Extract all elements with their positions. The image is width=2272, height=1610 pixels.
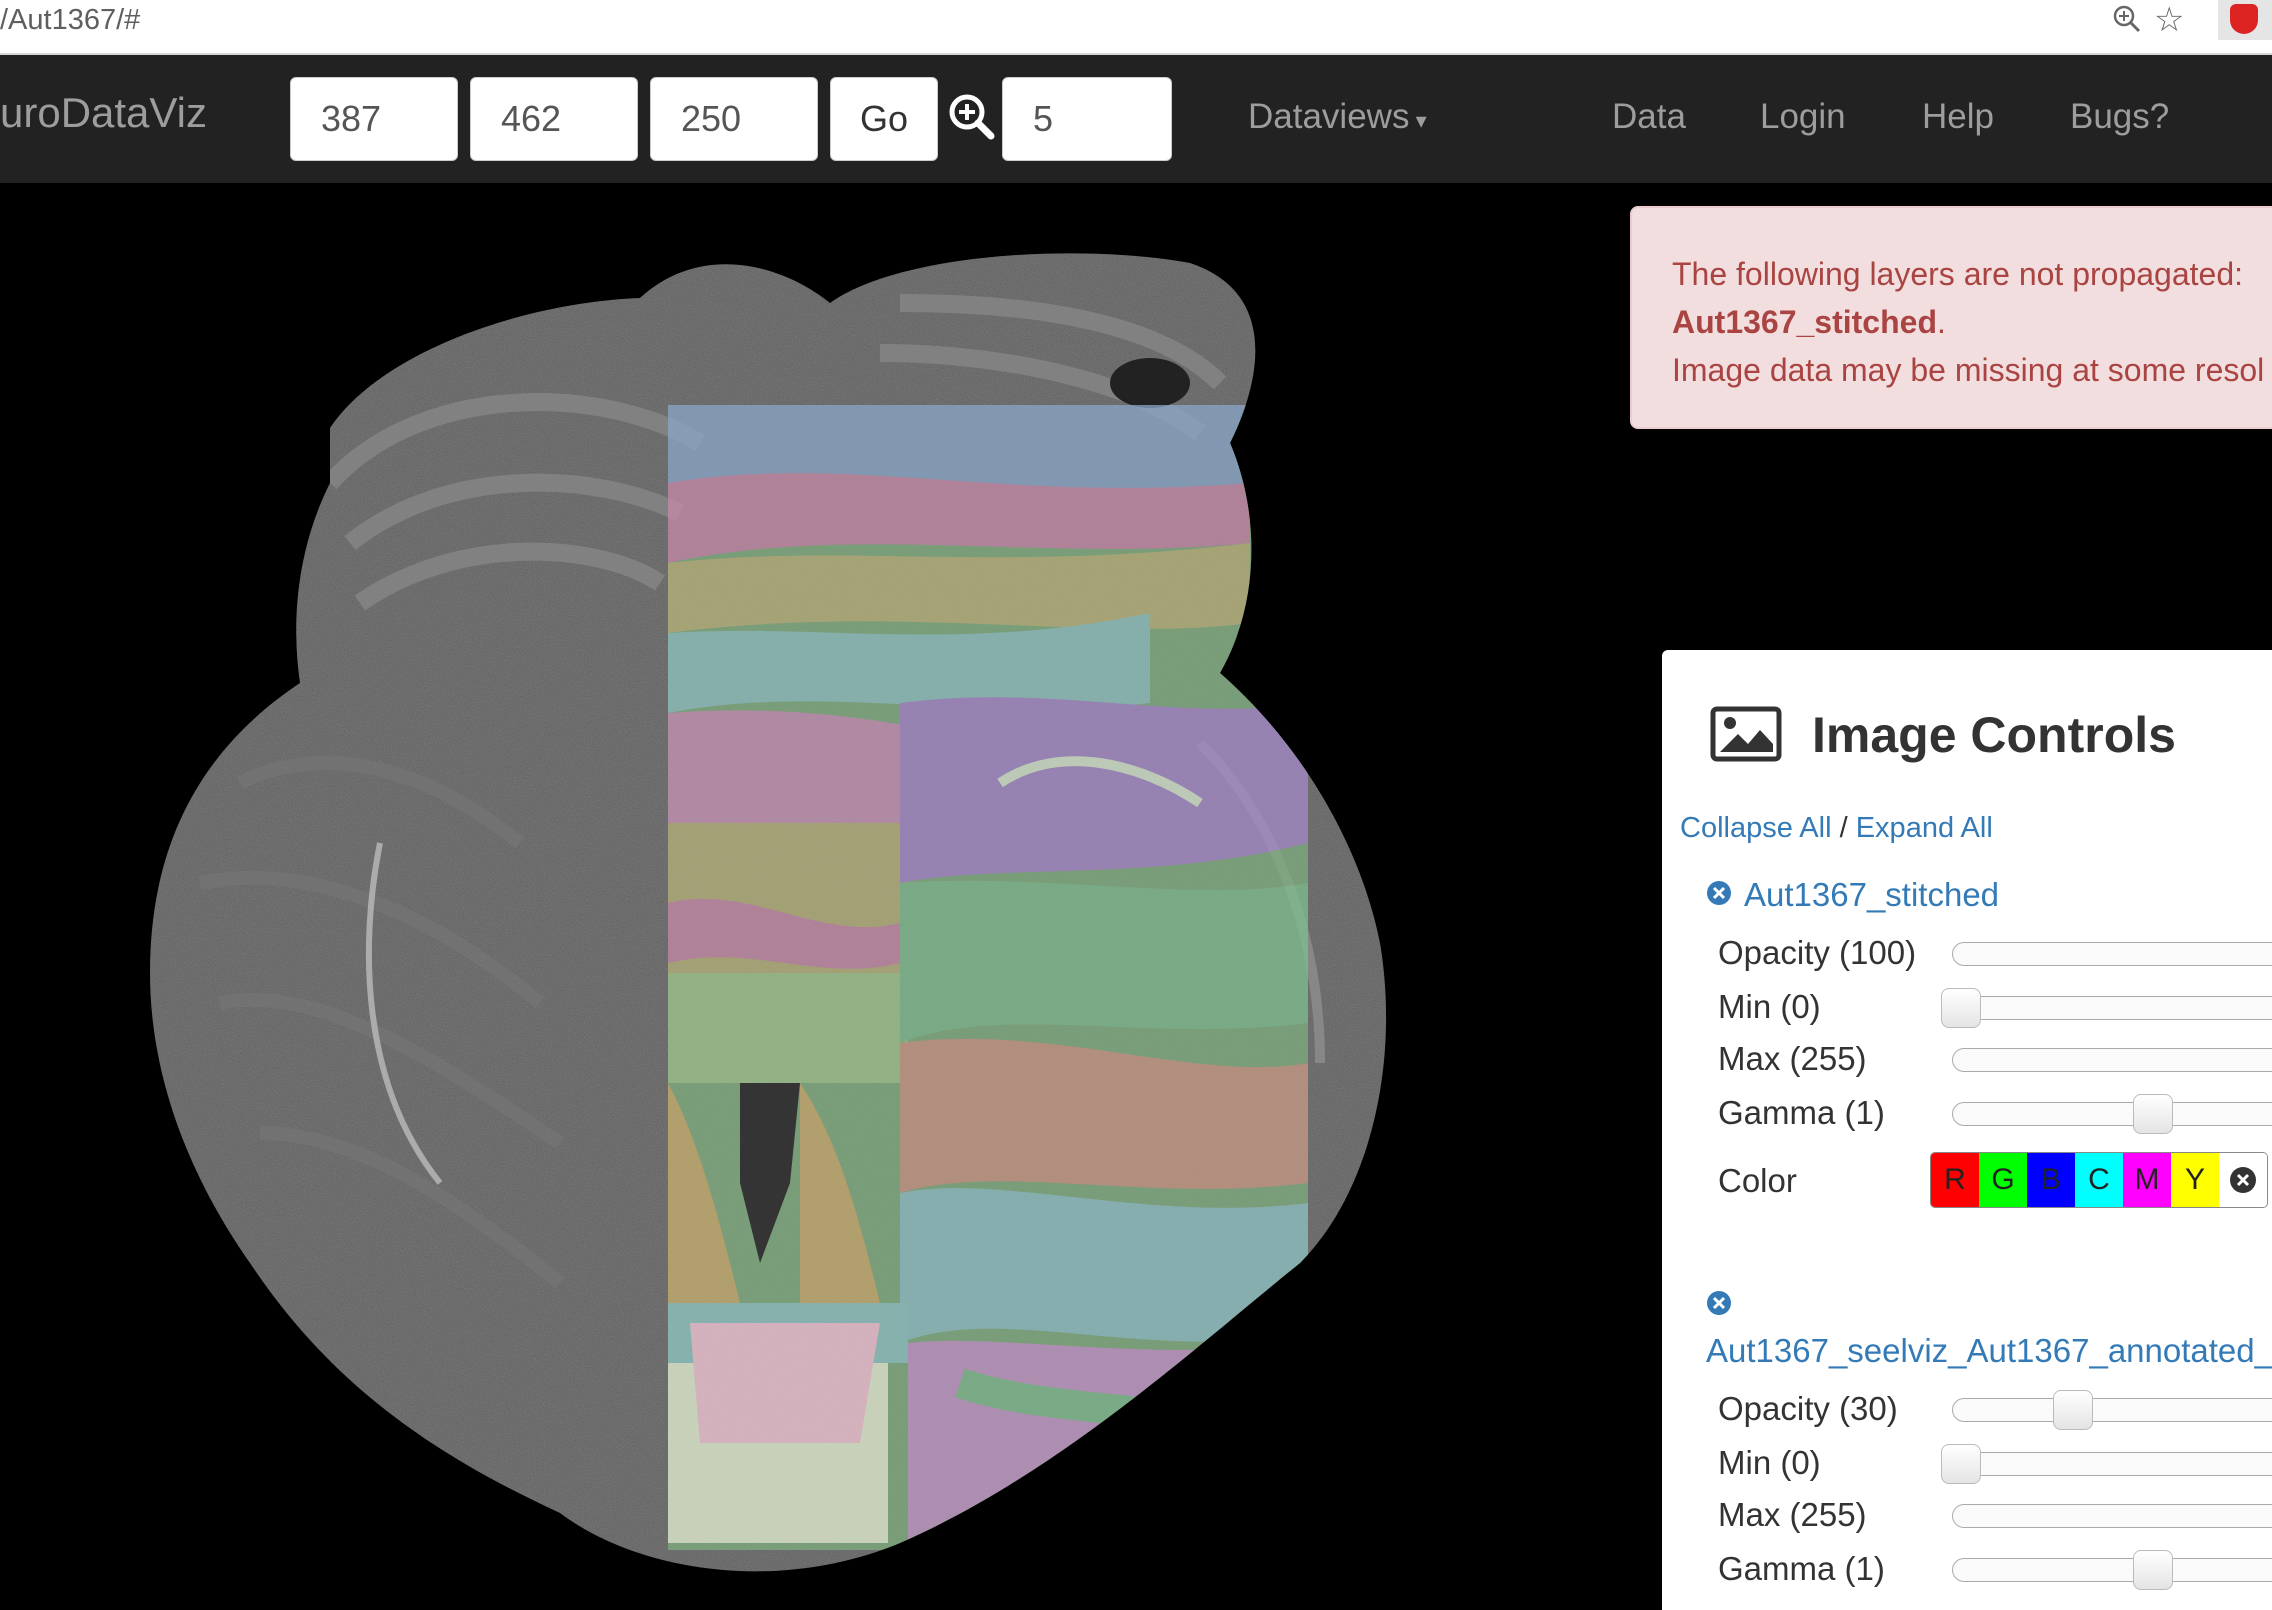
color-button-g[interactable]: G xyxy=(1979,1153,2027,1207)
nav-link-bugs[interactable]: Bugs? xyxy=(2070,97,2169,137)
min-label: Min (0) xyxy=(1718,1444,1821,1481)
propagation-alert: The following layers are not propagated:… xyxy=(1630,206,2272,429)
slider-handle[interactable] xyxy=(1941,1444,1981,1484)
gamma-label: Gamma (1) xyxy=(1718,1550,1885,1587)
alert-line-1: The following layers are not propagated: xyxy=(1672,256,2244,292)
nav-link-login[interactable]: Login xyxy=(1760,97,1846,137)
nav-link-data[interactable]: Data xyxy=(1612,97,1686,137)
alert-layer-name: Aut1367_stitched xyxy=(1672,304,1937,340)
go-button[interactable]: Go xyxy=(830,77,938,161)
gamma-slider[interactable] xyxy=(1952,1094,2272,1134)
slider-handle[interactable] xyxy=(2053,1390,2093,1430)
image-icon xyxy=(1710,706,1782,767)
expand-all-link[interactable]: Expand All xyxy=(1856,812,1993,844)
max-label: Max (255) xyxy=(1718,1496,1867,1533)
opacity-label: Opacity (100) xyxy=(1718,934,1917,971)
url-text[interactable]: /Aut1367/# xyxy=(0,4,140,37)
clear-color-icon[interactable] xyxy=(2219,1153,2267,1207)
zoom-level-input[interactable]: 5 xyxy=(1002,77,1172,161)
layer-name-annotated[interactable]: Aut1367_seelviz_Aut1367_annotated_L xyxy=(1706,1332,2272,1370)
slider-handle[interactable] xyxy=(2133,1094,2173,1134)
opacity-label: Opacity (30) xyxy=(1718,1390,1898,1427)
nav-link-help[interactable]: Help xyxy=(1922,97,1994,137)
remove-layer-icon[interactable] xyxy=(1706,880,1732,911)
opacity-slider[interactable] xyxy=(1952,942,2272,966)
dataviews-dropdown[interactable]: Dataviews ▾ xyxy=(1248,97,1427,137)
min-slider[interactable] xyxy=(1941,1444,2272,1484)
alert-line-2: Aut1367_stitched. xyxy=(1672,304,1946,340)
image-controls-panel: Image Controls Collapse All / Expand All… xyxy=(1662,650,2272,1610)
navbar: uroDataViz 387 462 250 Go 5 Dataviews ▾ … xyxy=(0,55,2272,183)
slider-handle[interactable] xyxy=(1941,988,1981,1028)
star-icon[interactable]: ☆ xyxy=(2154,0,2184,40)
gamma-slider[interactable] xyxy=(1952,1550,2272,1590)
image-viewer-canvas[interactable] xyxy=(0,183,1640,1598)
alert-line-3: Image data may be missing at some resol xyxy=(1672,352,2265,388)
remove-layer-icon[interactable] xyxy=(1706,1290,1732,1321)
caret-down-icon: ▾ xyxy=(1409,108,1427,133)
color-label: Color xyxy=(1718,1162,1797,1199)
layer-name-stitched[interactable]: Aut1367_stitched xyxy=(1744,876,1999,914)
color-button-b[interactable]: B xyxy=(2027,1153,2075,1207)
y-coordinate-input[interactable]: 462 xyxy=(470,77,638,161)
max-slider[interactable] xyxy=(1952,1504,2272,1528)
collapse-all-link[interactable]: Collapse All xyxy=(1680,812,1832,844)
color-button-y[interactable]: Y xyxy=(2171,1153,2219,1207)
gamma-label: Gamma (1) xyxy=(1718,1094,1885,1131)
collapse-expand-row: Collapse All / Expand All xyxy=(1680,812,1993,844)
adblock-icon[interactable] xyxy=(2218,0,2272,40)
browser-address-bar[interactable]: /Aut1367/# ☆ xyxy=(0,0,2272,55)
zoom-icon[interactable] xyxy=(2112,4,2142,42)
min-label: Min (0) xyxy=(1718,988,1821,1025)
color-button-m[interactable]: M xyxy=(2123,1153,2171,1207)
min-slider[interactable] xyxy=(1941,988,2272,1028)
brand-logo[interactable]: uroDataViz xyxy=(0,89,207,137)
color-button-r[interactable]: R xyxy=(1931,1153,1979,1207)
color-selector: RGBCMY xyxy=(1930,1152,2268,1208)
max-label: Max (255) xyxy=(1718,1040,1867,1077)
color-button-c[interactable]: C xyxy=(2075,1153,2123,1207)
opacity-slider[interactable] xyxy=(1952,1390,2272,1430)
x-coordinate-input[interactable]: 387 xyxy=(290,77,458,161)
slider-handle[interactable] xyxy=(2133,1550,2173,1590)
max-slider[interactable] xyxy=(1952,1048,2272,1072)
z-coordinate-input[interactable]: 250 xyxy=(650,77,818,161)
panel-title: Image Controls xyxy=(1812,707,2176,763)
zoom-in-icon xyxy=(948,93,996,146)
